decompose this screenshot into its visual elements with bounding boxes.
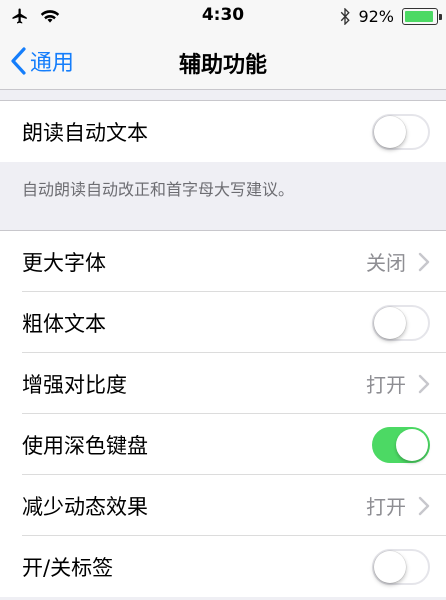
chevron-right-icon (418, 252, 430, 271)
row-on-off-labels[interactable]: 开/关标签 (0, 536, 446, 597)
row-label: 增强对比度 (22, 372, 127, 397)
row-value: 打开 (366, 373, 406, 397)
row-value: 关闭 (366, 251, 406, 275)
on-off-labels-toggle[interactable] (372, 548, 430, 585)
toggle-knob (374, 115, 406, 148)
row-label: 减少动态效果 (22, 494, 148, 519)
page-title: 辅助功能 (178, 53, 267, 78)
battery-level (405, 10, 433, 22)
row-reduce-motion[interactable]: 减少动态效果 打开 (0, 475, 446, 536)
toggle-knob (396, 428, 428, 461)
navigation-bar: 通用 辅助功能 (0, 32, 446, 90)
row-label: 使用深色键盘 (22, 433, 148, 458)
group-footer-note: 自动朗读自动改正和首字母大写建议。 (22, 180, 295, 199)
row-speak-auto-text[interactable]: 朗读自动文本 (0, 101, 446, 162)
row-label: 更大字体 (22, 250, 106, 275)
chevron-right-icon (418, 496, 430, 515)
row-bold-text[interactable]: 粗体文本 (0, 292, 446, 353)
status-bar: 4:30 92% (0, 0, 446, 32)
row-increase-contrast[interactable]: 增强对比度 打开 (0, 353, 446, 414)
settings-group-speak-auto-text: 朗读自动文本 (0, 101, 446, 162)
row-label: 粗体文本 (22, 311, 106, 336)
row-dark-keyboard[interactable]: 使用深色键盘 (0, 414, 446, 475)
chevron-right-icon (418, 374, 430, 393)
row-label: 朗读自动文本 (22, 120, 148, 145)
dark-keyboard-toggle[interactable] (372, 426, 430, 463)
battery-icon (402, 7, 442, 25)
speak-auto-text-toggle[interactable] (372, 113, 430, 150)
toggle-knob (374, 550, 406, 583)
row-value: 打开 (366, 495, 406, 519)
row-label: 开/关标签 (22, 555, 114, 580)
row-larger-text[interactable]: 更大字体 关闭 (0, 231, 446, 292)
settings-group-display: 更大字体 关闭 粗体文本 增强对比度 打开 使用深色键盘 减少动态效果 打开 开… (0, 230, 446, 597)
toggle-knob (374, 306, 406, 339)
bluetooth-icon (341, 7, 351, 25)
bold-text-toggle[interactable] (372, 304, 430, 341)
battery-percent: 92% (358, 6, 394, 26)
